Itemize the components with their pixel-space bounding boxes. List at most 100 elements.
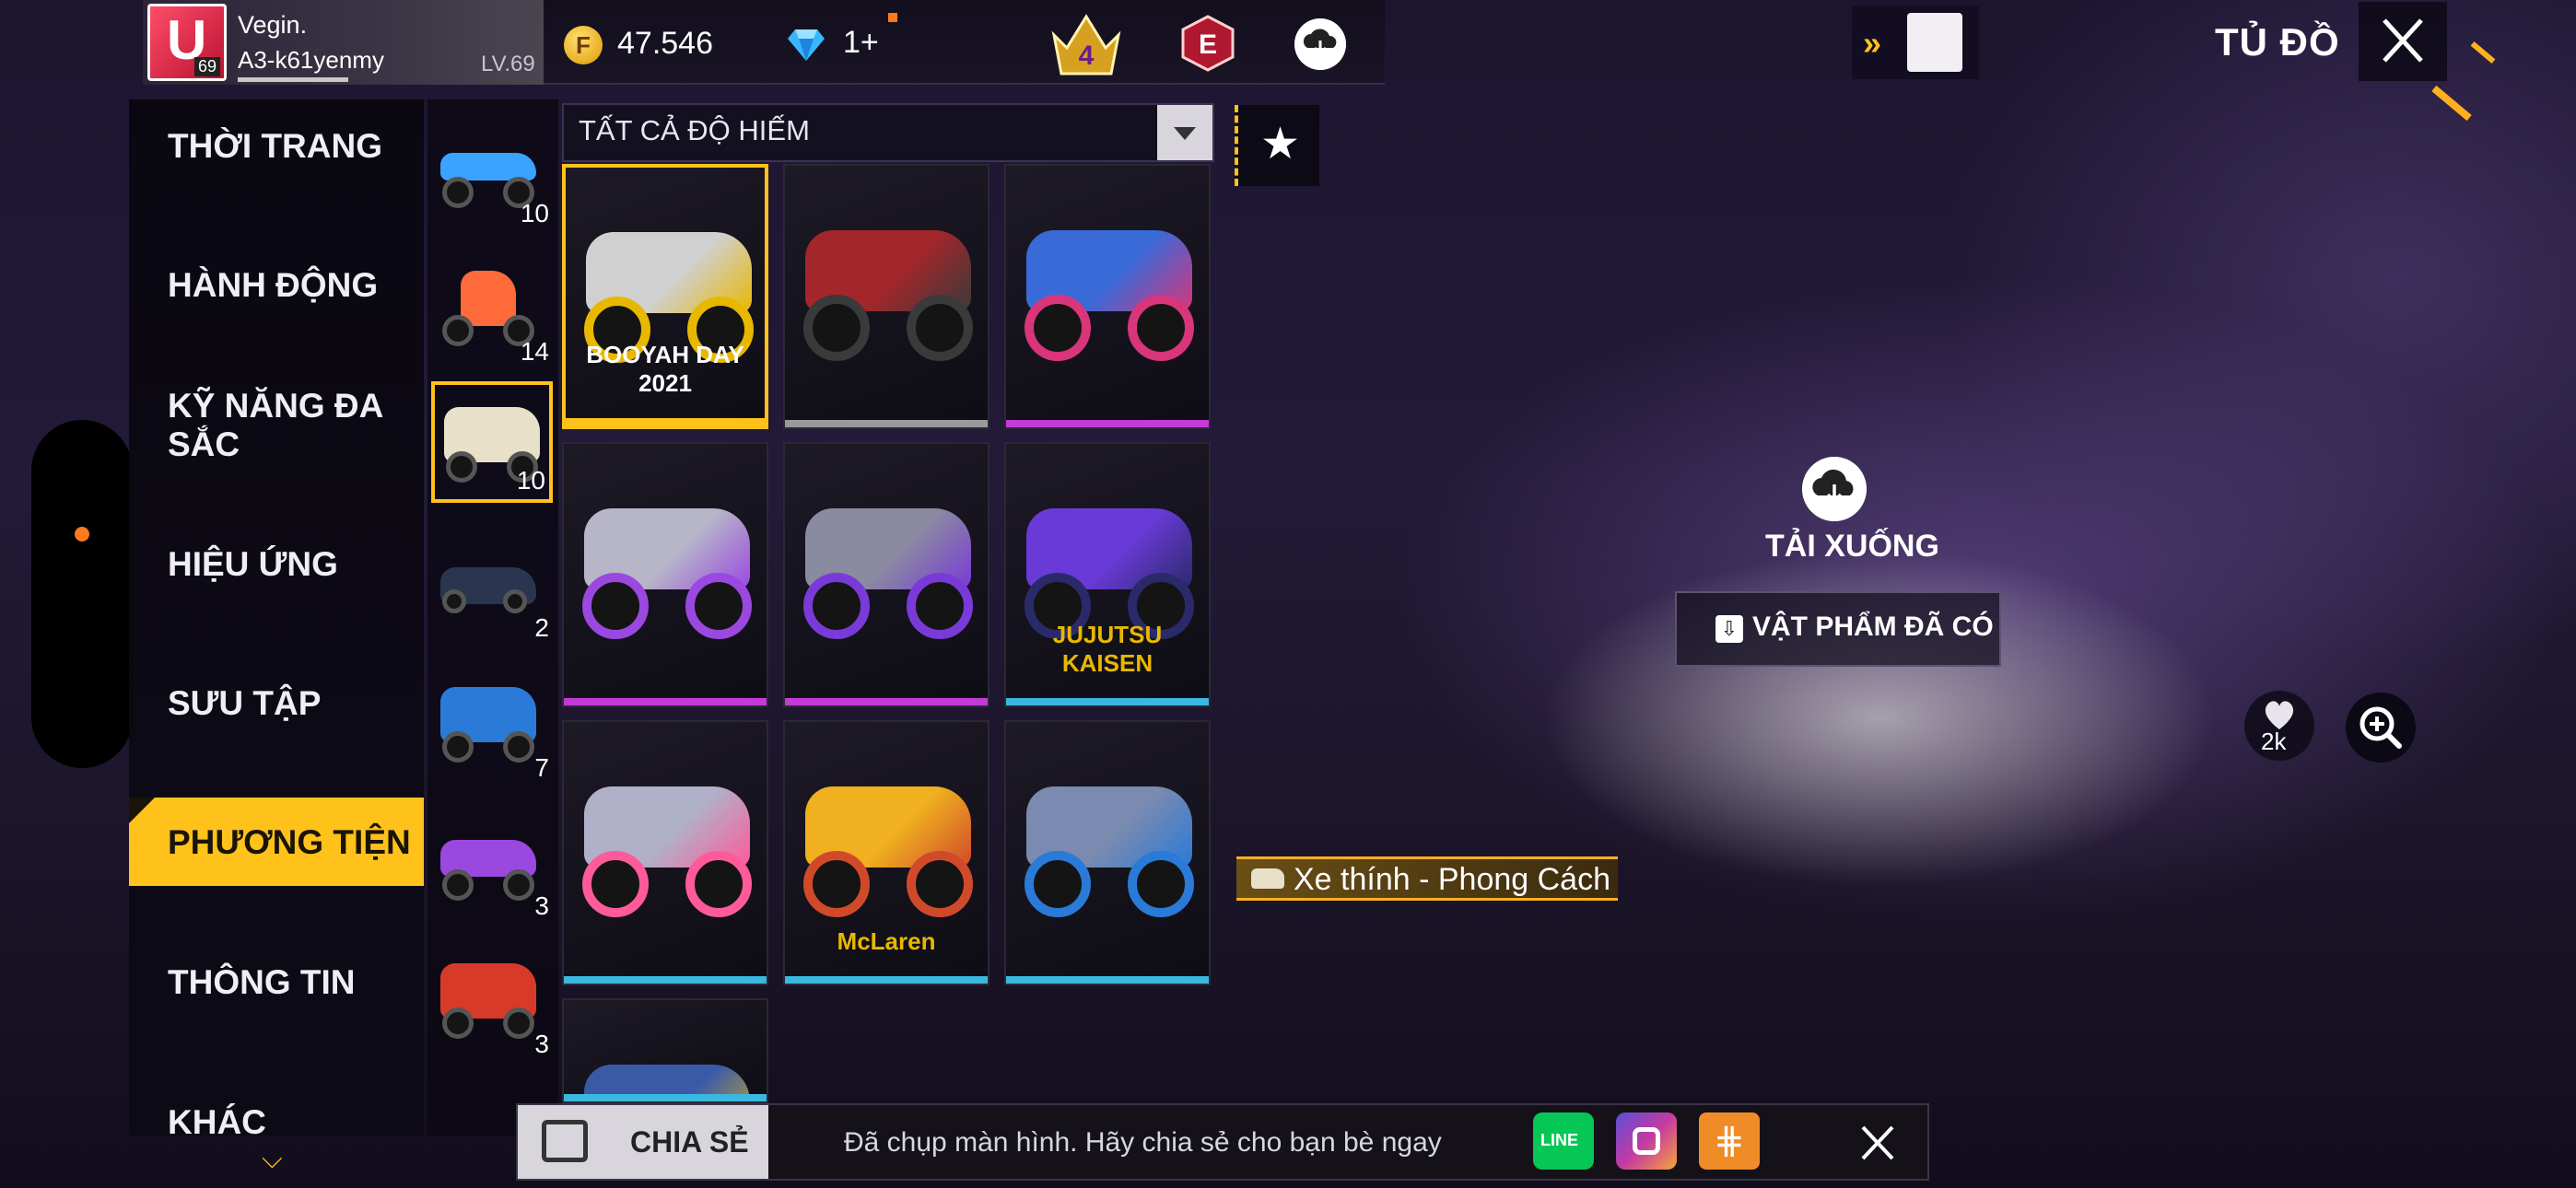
vehicle-card[interactable] <box>783 442 989 707</box>
vehicle-thumbnail <box>461 271 516 326</box>
wheel <box>582 851 649 917</box>
outfit-book-icon <box>1907 13 1962 72</box>
rarity-filter-label: TẤT CẢ ĐỘ HIẾM <box>579 114 810 146</box>
avatar[interactable]: U 69 <box>147 4 227 81</box>
vehicle-category-item-selected[interactable]: 10 <box>431 381 553 503</box>
category-count: 10 <box>516 466 545 495</box>
vehicle-category-item[interactable]: 3 <box>431 941 553 1063</box>
owned-icon: ⇩ <box>1715 615 1743 643</box>
sidebar-item-collection[interactable]: SƯU TẬP <box>168 684 321 723</box>
outfit-shortcut-button[interactable]: » <box>1852 6 1979 79</box>
vehicle-category-item[interactable]: 3 <box>431 803 553 925</box>
rank-crown-icon[interactable]: 4 <box>1047 7 1126 81</box>
instagram-icon <box>1633 1127 1660 1155</box>
wheel <box>1128 295 1194 361</box>
active-corner-decoration <box>129 798 155 823</box>
sidebar-item-color-skills[interactable]: KỸ NĂNG ĐA SẮC <box>168 387 407 464</box>
line-icon: LINE <box>1540 1131 1579 1149</box>
elite-pass-icon[interactable]: E <box>1181 15 1235 72</box>
share-close-icon[interactable] <box>1850 1116 1905 1170</box>
sidebar-item-vehicles[interactable]: PHƯƠNG TIỆN <box>168 823 411 862</box>
cloud-download-icon[interactable] <box>1294 18 1346 70</box>
zoom-in-icon[interactable] <box>2346 693 2416 763</box>
exp-bar <box>238 77 348 82</box>
rarity-bar <box>785 420 988 427</box>
wheel <box>685 573 752 639</box>
vehicle-card[interactable] <box>562 720 768 985</box>
corner-decoration <box>2470 41 2496 64</box>
wheel <box>803 295 870 361</box>
download-label[interactable]: TẢI XUỐNG <box>1765 529 1939 565</box>
line-share-button[interactable]: LINE <box>1533 1112 1594 1170</box>
vehicle-card[interactable]: JUJUTSU KAISEN <box>1004 442 1211 707</box>
dropdown-arrow-icon[interactable] <box>1157 105 1212 160</box>
vehicle-card[interactable] <box>783 164 989 429</box>
vehicle-card[interactable] <box>1004 164 1211 429</box>
avatar-level: 69 <box>193 57 220 76</box>
wheel <box>503 1007 534 1039</box>
wheel <box>582 573 649 639</box>
wheel <box>442 731 474 763</box>
share-message: Đã chụp màn hình. Hãy chia sẻ cho bạn bè… <box>844 1127 1442 1158</box>
wheel <box>442 177 474 208</box>
double-chevron-icon: » <box>1863 24 1882 62</box>
vehicle-card[interactable] <box>562 442 768 707</box>
more-share-button[interactable]: ⋕ <box>1699 1112 1760 1170</box>
category-count: 3 <box>534 891 549 920</box>
owned-items-label: VẬT PHẨM ĐÃ CÓ <box>1752 611 1994 642</box>
category-count: 7 <box>534 753 549 782</box>
instagram-share-button[interactable] <box>1616 1112 1677 1170</box>
diamond-icon <box>788 29 825 61</box>
rarity-bar <box>566 418 765 425</box>
elite-pass-letter: E <box>1199 29 1217 60</box>
favorite-button[interactable]: ★ <box>1235 105 1319 186</box>
like-button[interactable]: 2k <box>2244 691 2314 761</box>
download-icon[interactable] <box>1802 457 1867 521</box>
wheel <box>685 851 752 917</box>
gold-coin-icon: F <box>564 26 603 64</box>
rarity-bar <box>1006 698 1209 705</box>
vehicle-category-item[interactable]: 10 <box>431 111 553 232</box>
vehicle-category-item[interactable]: 7 <box>431 665 553 786</box>
rarity-bar <box>1006 420 1209 427</box>
sidebar-item-fashion[interactable]: THỜI TRANG <box>168 127 382 166</box>
rarity-bar <box>1006 976 1209 984</box>
like-icon <box>2265 701 2294 729</box>
sidebar-item-actions[interactable]: HÀNH ĐỘNG <box>168 266 378 305</box>
side-scroll-handle[interactable] <box>31 420 133 768</box>
vehicle-tag: McLaren <box>837 927 936 955</box>
share-button-label: CHIA SẺ <box>630 1125 749 1159</box>
sidebar-item-other[interactable]: KHÁC <box>168 1103 266 1142</box>
vehicle-card[interactable] <box>1004 720 1211 985</box>
category-count: 10 <box>520 199 549 227</box>
category-count: 14 <box>520 337 549 366</box>
profile-level: LV.69 <box>481 52 535 76</box>
sidebar-item-info[interactable]: THÔNG TIN <box>168 963 355 1002</box>
wheel <box>907 295 973 361</box>
wheel <box>442 869 474 901</box>
wheel <box>1025 295 1091 361</box>
rank-number: 4 <box>1079 41 1095 71</box>
vehicle-card[interactable]: McLaren <box>783 720 989 985</box>
vehicle-category-item[interactable]: 2 <box>431 525 553 646</box>
close-icon[interactable] <box>2359 2 2447 81</box>
wheel <box>503 589 527 613</box>
rarity-bar <box>785 976 988 984</box>
vehicle-tag: JUJUTSU KAISEN <box>1052 621 1163 677</box>
vehicle-category-item[interactable]: 14 <box>431 249 553 370</box>
vehicle-card-selected[interactable]: BOOYAH DAY 2021 <box>562 164 768 429</box>
wheel <box>442 1007 474 1039</box>
share-export-icon <box>542 1120 588 1162</box>
corner-decoration <box>2431 85 2472 122</box>
wheel <box>503 731 534 763</box>
vehicle-card[interactable] <box>562 998 768 1103</box>
rarity-bar <box>564 698 767 705</box>
like-count: 2k <box>2261 728 2287 755</box>
category-count: 3 <box>534 1030 549 1058</box>
wheel <box>803 851 870 917</box>
sidebar-item-effects[interactable]: HIỆU ỨNG <box>168 545 338 584</box>
rarity-bar <box>564 976 767 984</box>
wheel <box>1128 851 1194 917</box>
diamond-amount[interactable]: 1+ <box>843 25 879 61</box>
chevron-down-icon[interactable]: ⌵ <box>262 1144 283 1175</box>
